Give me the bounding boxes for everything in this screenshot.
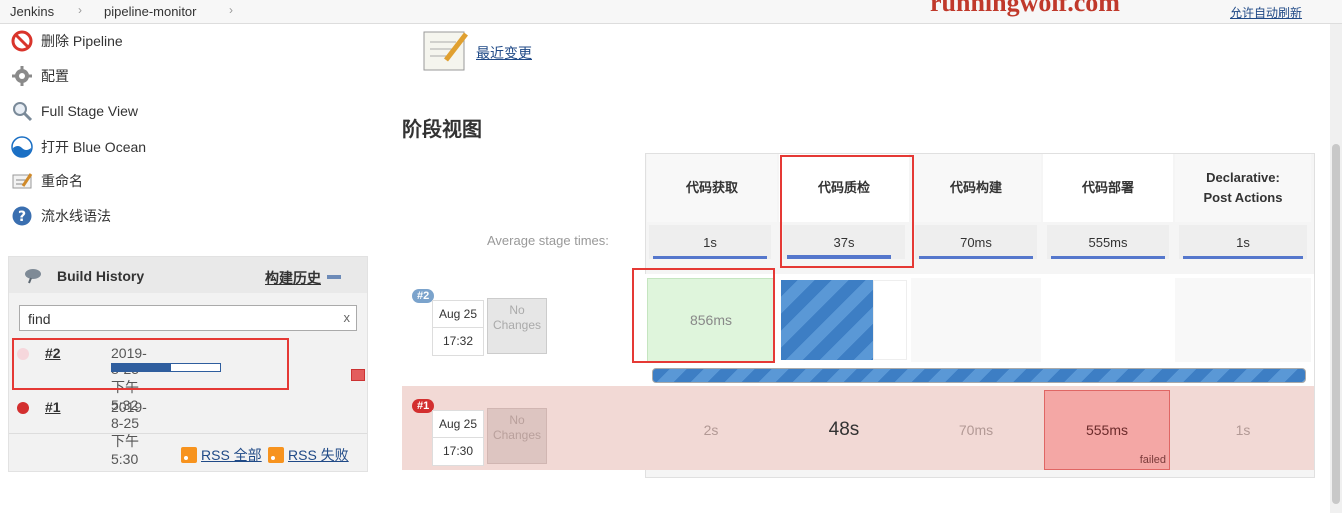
avg-progress	[1051, 256, 1165, 259]
avg-time-cell: 1s	[1179, 225, 1307, 259]
scrollbar-thumb[interactable]	[1332, 144, 1340, 504]
search-value: find	[28, 311, 51, 327]
rss-failed-label: RSS 失败	[288, 447, 349, 463]
clear-search-icon[interactable]: x	[344, 310, 351, 325]
run-date: Aug 25	[433, 301, 483, 328]
task-label: Full Stage View	[41, 103, 139, 119]
run-time: 17:32	[442, 334, 474, 348]
breadcrumb-job[interactable]: pipeline-monitor	[104, 4, 197, 19]
cloud-weather-icon	[25, 269, 41, 284]
highlight-box	[632, 268, 775, 363]
build-history-title: Build History	[57, 268, 145, 284]
avg-progress	[919, 256, 1033, 259]
chevron-right-icon: ›	[229, 3, 233, 17]
stage-cell-remaining	[873, 280, 907, 360]
run-date-box: Aug 25 17:30	[432, 410, 484, 466]
stage-cell-pending	[1175, 278, 1311, 362]
stage-duration: 48s	[828, 419, 860, 440]
run-date-box: Aug 25 17:32	[432, 300, 484, 356]
failed-label: failed	[1139, 454, 1166, 466]
rss-all-link[interactable]: RSS 全部	[181, 445, 262, 465]
run-badge[interactable]: #1	[412, 399, 435, 413]
avg-time-value: 1s	[703, 234, 717, 250]
avg-time-value: 555ms	[1088, 234, 1128, 250]
highlight-box	[780, 155, 914, 268]
stage-cell-previous[interactable]: 70ms	[911, 390, 1041, 470]
avg-progress	[653, 256, 767, 259]
task-label: 配置	[41, 68, 69, 84]
stage-header: 代码构建	[911, 154, 1041, 222]
stage-cell-pending	[1043, 278, 1173, 362]
stage-cell-previous[interactable]: 2s	[647, 390, 775, 470]
run-badge[interactable]: #2	[412, 289, 435, 303]
rss-failed-link[interactable]: RSS 失败	[268, 445, 349, 465]
gear-icon	[10, 64, 34, 88]
task-label: 打开 Blue Ocean	[41, 139, 147, 155]
avg-time-value: 70ms	[960, 234, 992, 250]
watermark: runningwolf.com	[930, 0, 1120, 17]
run-progress-bar	[652, 368, 1306, 383]
rss-icon	[268, 447, 284, 463]
highlight-box	[12, 338, 289, 390]
task-full-stage-view[interactable]: Full Stage View	[10, 98, 138, 124]
task-label: 流水线语法	[41, 208, 111, 224]
avg-time-value: 1s	[1236, 234, 1250, 250]
magnifier-icon	[10, 99, 34, 123]
task-label: 删除 Pipeline	[41, 33, 123, 49]
task-rename[interactable]: 重命名	[10, 168, 83, 194]
stage-view-title: 阶段视图	[402, 119, 482, 141]
stage-header: 代码部署	[1043, 154, 1173, 222]
task-label: 重命名	[41, 173, 83, 189]
chevron-right-icon: ›	[78, 3, 82, 17]
scrollbar[interactable]	[1330, 24, 1342, 513]
blue-ocean-icon	[10, 135, 34, 159]
recent-changes-link[interactable]: 最近变更	[476, 43, 532, 63]
failed-status-icon	[17, 402, 29, 414]
avg-time-cell: 70ms	[915, 225, 1037, 259]
help-icon: ?	[10, 204, 34, 228]
run-time: 17:30	[442, 444, 474, 458]
build-search-input[interactable]: find x	[19, 305, 357, 331]
avg-progress	[1183, 256, 1303, 259]
avg-time-cell: 555ms	[1047, 225, 1169, 259]
build-number-link[interactable]: #1	[45, 399, 61, 415]
rename-icon	[10, 169, 34, 193]
collapse-icon[interactable]	[327, 275, 341, 279]
task-open-blue-ocean[interactable]: 打开 Blue Ocean	[10, 134, 146, 160]
stage-duration: 70ms	[958, 422, 994, 438]
stage-cell-pending	[911, 278, 1041, 362]
stage-cell-failed[interactable]: 555ms failed	[1044, 390, 1170, 470]
rss-icon	[181, 447, 197, 463]
auto-refresh-link[interactable]: 允许自动刷新	[1230, 4, 1302, 21]
task-configure[interactable]: 配置	[10, 63, 69, 89]
stage-duration: 555ms	[1085, 422, 1129, 438]
svg-text:?: ?	[18, 209, 26, 225]
no-changes-box: No Changes	[487, 298, 547, 354]
rss-all-label: RSS 全部	[201, 447, 262, 463]
no-changes-box: No Changes	[487, 408, 547, 464]
stop-build-icon[interactable]	[351, 369, 365, 381]
stage-duration: 1s	[1235, 422, 1251, 438]
breadcrumb-bar: Jenkins › pipeline-monitor › runningwolf…	[0, 0, 1342, 24]
breadcrumb-jenkins[interactable]: Jenkins	[10, 4, 54, 19]
stage-cell-running[interactable]	[781, 280, 873, 360]
avg-time-cell: 1s	[649, 225, 771, 259]
build-history-header: Build History 构建历史	[9, 257, 367, 293]
no-entry-icon	[10, 29, 34, 53]
average-times-label: Average stage times:	[487, 233, 609, 248]
stage-duration: 2s	[703, 422, 719, 438]
notepad-icon	[423, 31, 468, 71]
task-pipeline-syntax[interactable]: ? 流水线语法	[10, 203, 111, 229]
stage-header: 代码获取	[647, 154, 777, 222]
stage-cell-previous[interactable]: 48s	[779, 390, 909, 470]
build-trend-link[interactable]: 构建历史	[265, 268, 321, 288]
run-date: Aug 25	[433, 411, 483, 438]
stage-cell-previous[interactable]: 1s	[1175, 390, 1311, 470]
task-delete-pipeline[interactable]: 删除 Pipeline	[10, 28, 123, 54]
stage-header: Declarative: Post Actions	[1175, 154, 1311, 222]
